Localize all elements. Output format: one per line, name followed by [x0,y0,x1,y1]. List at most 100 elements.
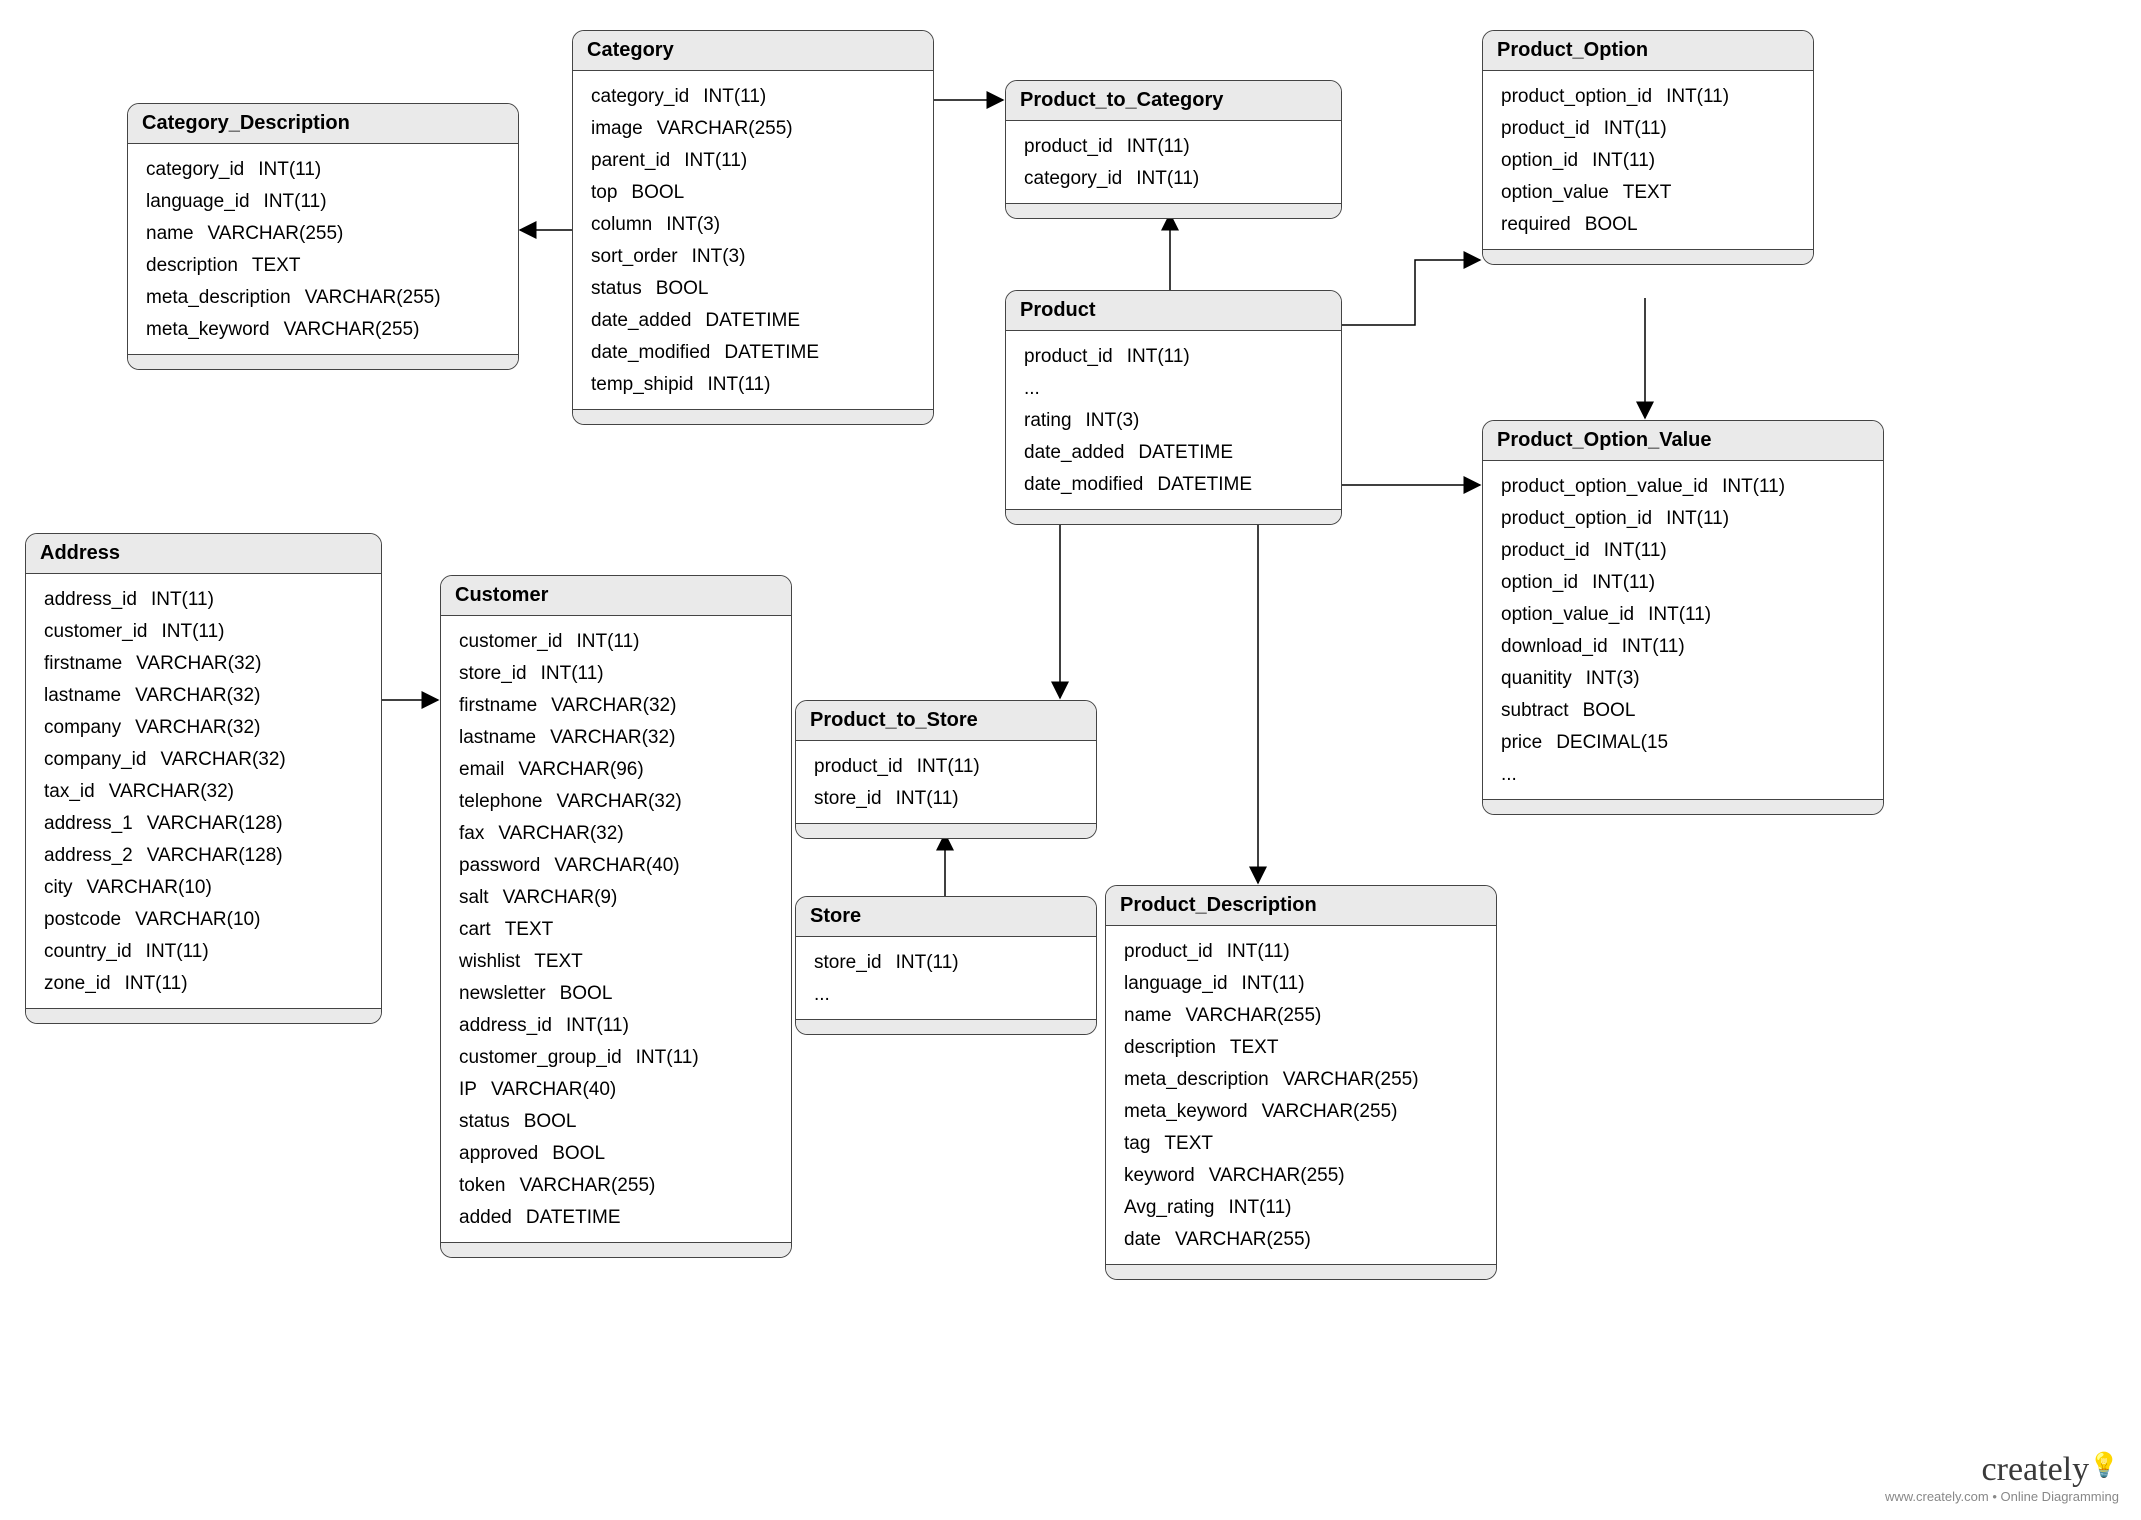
column-type: INT(11) [1604,118,1667,139]
column-type: DATETIME [526,1207,621,1228]
column-type: INT(11) [1722,476,1785,497]
column-row: country_idINT(11) [44,936,363,968]
column-name: status [591,278,642,299]
column-type: VARCHAR(255) [208,223,344,244]
brand-watermark: creately www.creately.com • Online Diagr… [1885,1451,2119,1504]
column-type: VARCHAR(255) [284,319,420,340]
column-row: store_idINT(11) [814,947,1078,979]
column-name: option_value_id [1501,604,1634,625]
column-name: company [44,717,121,738]
column-type: VARCHAR(128) [147,813,283,834]
column-row: keywordVARCHAR(255) [1124,1160,1478,1192]
column-row: faxVARCHAR(32) [459,818,773,850]
column-name: newsletter [459,983,546,1004]
column-name: date_added [1024,442,1124,463]
column-row: tagTEXT [1124,1128,1478,1160]
column-row: requiredBOOL [1501,209,1795,241]
column-type: INT(11) [146,941,209,962]
column-name: date_added [591,310,691,331]
column-type: BOOL [560,983,613,1004]
column-row: wishlistTEXT [459,946,773,978]
column-row: product_option_idINT(11) [1501,81,1795,113]
entity-product-description[interactable]: Product_Descriptionproduct_idINT(11)lang… [1105,885,1497,1280]
column-type: INT(3) [666,214,720,235]
column-type: INT(11) [1592,572,1655,593]
column-row: date_addedDATETIME [591,305,915,337]
column-type: INT(11) [1227,941,1290,962]
column-row: descriptionTEXT [146,250,500,282]
column-type: VARCHAR(255) [657,118,793,139]
column-name: meta_keyword [146,319,270,340]
entity-category[interactable]: Categorycategory_idINT(11)imageVARCHAR(2… [572,30,934,425]
entity-product-option-value[interactable]: Product_Option_Valueproduct_option_value… [1482,420,1884,815]
entity-product-to-category[interactable]: Product_to_Categoryproduct_idINT(11)cate… [1005,80,1342,219]
column-name: product_id [1501,118,1590,139]
column-row: option_value_idINT(11) [1501,599,1865,631]
column-type: VARCHAR(255) [1262,1101,1398,1122]
entity-columns: product_idINT(11)store_idINT(11) [796,741,1096,823]
entity-footer [441,1242,791,1257]
column-name: lastname [44,685,121,706]
column-row: parent_idINT(11) [591,145,915,177]
column-row: category_idINT(11) [1024,163,1323,195]
column-row: passwordVARCHAR(40) [459,850,773,882]
column-row: IPVARCHAR(40) [459,1074,773,1106]
entity-header: Product_to_Category [1006,81,1341,121]
entity-category-description[interactable]: Category_Descriptioncategory_idINT(11)la… [127,103,519,370]
entity-footer [796,823,1096,838]
entity-columns: category_idINT(11)imageVARCHAR(255)paren… [573,71,933,409]
column-row: download_idINT(11) [1501,631,1865,663]
entity-product[interactable]: Productproduct_idINT(11)...ratingINT(3)d… [1005,290,1342,525]
entity-address[interactable]: Addressaddress_idINT(11)customer_idINT(1… [25,533,382,1024]
column-name: option_id [1501,150,1578,171]
lightbulb-icon [2089,1451,2119,1488]
column-type: VARCHAR(32) [160,749,285,770]
column-row: product_idINT(11) [1501,535,1865,567]
column-name: keyword [1124,1165,1195,1186]
column-row: category_idINT(11) [146,154,500,186]
column-row: postcodeVARCHAR(10) [44,904,363,936]
column-type: VARCHAR(255) [305,287,441,308]
column-type: VARCHAR(40) [554,855,679,876]
entity-header: Customer [441,576,791,616]
column-name: meta_description [1124,1069,1269,1090]
column-name: meta_keyword [1124,1101,1248,1122]
column-name: option_id [1501,572,1578,593]
column-type: VARCHAR(255) [1175,1229,1311,1250]
entity-store[interactable]: Storestore_idINT(11)... [795,896,1097,1035]
column-name: column [591,214,652,235]
entity-header: Product_Option [1483,31,1813,71]
column-type: INT(11) [1666,508,1729,529]
column-name: parent_id [591,150,670,171]
column-name: product_id [814,756,903,777]
column-name: status [459,1111,510,1132]
column-type: TEXT [1230,1037,1279,1058]
column-name: product_option_id [1501,508,1652,529]
entity-columns: store_idINT(11)... [796,937,1096,1019]
column-type: VARCHAR(40) [491,1079,616,1100]
entity-columns: product_idINT(11)language_idINT(11)nameV… [1106,926,1496,1264]
entity-columns: product_option_idINT(11)product_idINT(11… [1483,71,1813,249]
column-type: VARCHAR(32) [550,727,675,748]
column-type: INT(11) [162,621,225,642]
entity-columns: product_idINT(11)...ratingINT(3)date_add… [1006,331,1341,509]
column-row: date_addedDATETIME [1024,437,1323,469]
column-row: address_idINT(11) [44,584,363,616]
entity-product-option[interactable]: Product_Option product_option_idINT(11)pr… [1482,30,1814,265]
column-name: category_id [591,86,689,107]
column-row: product_option_value_idINT(11) [1501,471,1865,503]
column-row: address_2VARCHAR(128) [44,840,363,872]
column-name: meta_description [146,287,291,308]
column-type: INT(11) [1136,168,1199,189]
column-type: TEXT [1623,182,1672,203]
column-type: VARCHAR(10) [87,877,212,898]
column-type: INT(11) [125,973,188,994]
column-row: imageVARCHAR(255) [591,113,915,145]
column-row: firstnameVARCHAR(32) [44,648,363,680]
column-type: INT(11) [703,86,766,107]
column-name: city [44,877,73,898]
entity-customer[interactable]: Customercustomer_idINT(11)store_idINT(11… [440,575,792,1258]
entity-product-to-store[interactable]: Product_to_Storeproduct_idINT(11)store_i… [795,700,1097,839]
column-type: INT(11) [1592,150,1655,171]
column-type: TEXT [1164,1133,1213,1154]
